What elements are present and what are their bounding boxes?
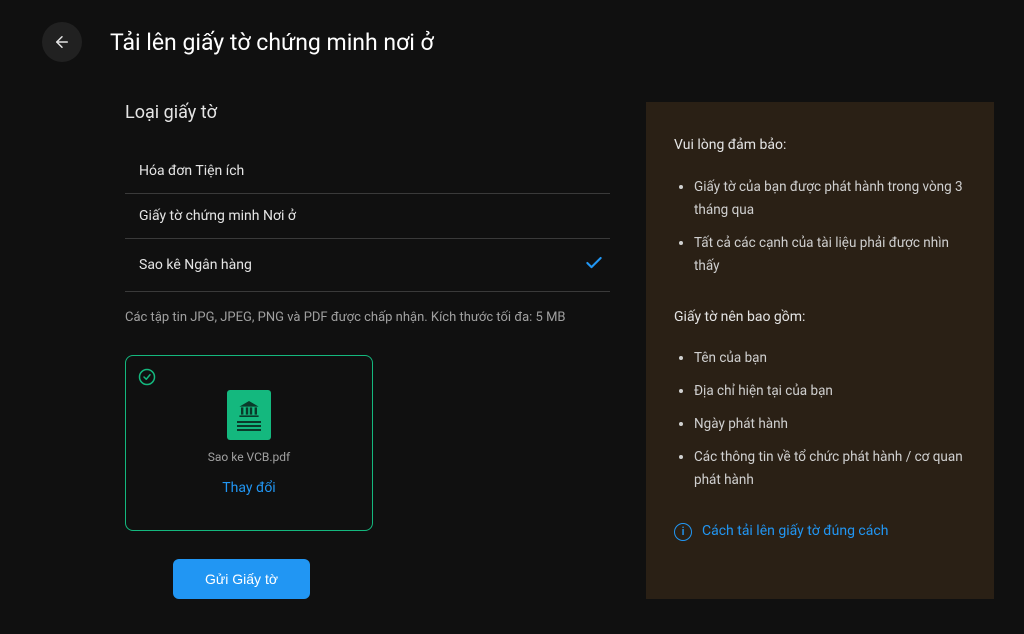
upload-card: Sao ke VCB.pdf Thay đổi — [125, 355, 373, 531]
success-check-icon — [138, 368, 156, 390]
change-file-link[interactable]: Thay đổi — [222, 480, 275, 496]
include-heading: Giấy tờ nên bao gồm: — [674, 306, 970, 330]
list-item: Tên của bạn — [694, 347, 970, 370]
content: Loại giấy tờ Hóa đơn Tiện ích Giấy tờ ch… — [0, 62, 1024, 599]
doc-type-option-bank-statement[interactable]: Sao kê Ngân hàng — [125, 239, 610, 292]
option-label: Giấy tờ chứng minh Nơi ở — [139, 208, 296, 224]
info-icon: i — [674, 523, 692, 541]
doc-type-option-utility-bill[interactable]: Hóa đơn Tiện ích — [125, 149, 610, 194]
submit-button[interactable]: Gửi Giấy tờ — [173, 559, 310, 599]
list-item: Ngày phát hành — [694, 413, 970, 436]
file-format-hint: Các tập tin JPG, JPEG, PNG và PDF được c… — [125, 310, 610, 325]
option-label: Sao kê Ngân hàng — [139, 257, 252, 273]
check-icon — [584, 253, 604, 277]
list-item: Địa chỉ hiện tại của bạn — [694, 380, 970, 403]
list-item: Giấy tờ của bạn được phát hành trong vòn… — [694, 176, 970, 222]
include-list: Tên của bạn Địa chỉ hiện tại của bạn Ngà… — [674, 347, 970, 492]
bank-icon — [239, 401, 259, 417]
file-icon — [227, 390, 271, 440]
ensure-heading: Vui lòng đảm bảo: — [674, 134, 970, 158]
file-text-lines-icon — [237, 421, 261, 431]
option-label: Hóa đơn Tiện ích — [139, 163, 244, 179]
list-item: Các thông tin về tổ chức phát hành / cơ … — [694, 446, 970, 492]
how-to-upload-link[interactable]: i Cách tải lên giấy tờ đúng cách — [674, 520, 970, 544]
help-link-text: Cách tải lên giấy tờ đúng cách — [702, 520, 888, 544]
doc-type-option-residence-proof[interactable]: Giấy tờ chứng minh Nơi ở — [125, 194, 610, 239]
document-type-heading: Loại giấy tờ — [125, 102, 610, 123]
ensure-list: Giấy tờ của bạn được phát hành trong vòn… — [674, 176, 970, 278]
list-item: Tất cả các cạnh của tài liệu phải được n… — [694, 232, 970, 278]
arrow-left-icon — [53, 33, 71, 51]
back-button[interactable] — [42, 22, 82, 62]
page-header: Tải lên giấy tờ chứng minh nơi ở — [0, 0, 1024, 62]
left-column: Loại giấy tờ Hóa đơn Tiện ích Giấy tờ ch… — [0, 102, 610, 599]
info-panel: Vui lòng đảm bảo: Giấy tờ của bạn được p… — [646, 102, 994, 599]
page-title: Tải lên giấy tờ chứng minh nơi ở — [110, 29, 434, 56]
uploaded-file-name: Sao ke VCB.pdf — [208, 450, 290, 464]
